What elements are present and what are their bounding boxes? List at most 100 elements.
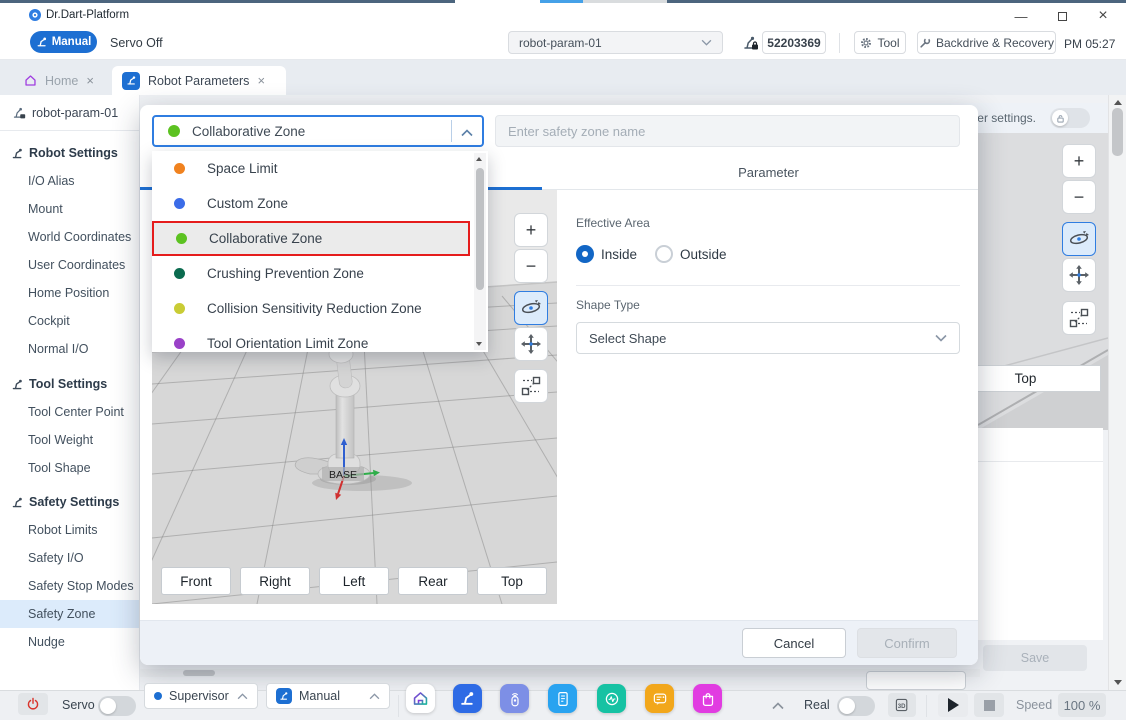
tab-home-close-icon[interactable]: × — [86, 73, 94, 88]
tab-robot-parameters[interactable]: Robot Parameters × — [112, 66, 286, 95]
maximize-button[interactable] — [1045, 5, 1079, 27]
viewport-measure-button[interactable] — [514, 369, 548, 403]
servo-toggle[interactable] — [98, 696, 136, 716]
radio-outside[interactable]: Outside — [655, 245, 727, 263]
dropdown-scrollbar[interactable] — [474, 153, 486, 350]
dock-teach-pendant-app[interactable] — [500, 684, 529, 713]
real-mode-label: Real — [804, 698, 830, 712]
dock-store-app[interactable] — [693, 684, 722, 713]
option-collision-sensitivity-reduction-zone[interactable]: Collision Sensitivity Reduction Zone — [152, 291, 470, 326]
scroll-up-arrow[interactable] — [1114, 100, 1122, 105]
power-button[interactable] — [18, 693, 48, 715]
bg-rotate-view-button[interactable] — [1062, 222, 1096, 256]
radio-inside-control[interactable] — [576, 245, 594, 263]
backdrive-recovery-button[interactable]: Backdrive & Recovery — [917, 31, 1056, 54]
sidebar-item-safety-zone[interactable]: Safety Zone — [0, 600, 139, 628]
safety-zone-name-input[interactable] — [495, 115, 960, 147]
sidebar-section-robot-settings[interactable]: Robot Settings — [0, 139, 139, 167]
bg-measure-button[interactable] — [1062, 301, 1096, 335]
dock-robot-parameters-app[interactable] — [453, 684, 482, 713]
sidebar-param-header[interactable]: robot-param-01 — [0, 95, 139, 131]
shape-type-select[interactable]: Select Shape — [576, 322, 960, 354]
base-frame-label: BASE — [329, 469, 357, 481]
sidebar-section-safety-settings[interactable]: Safety Settings — [0, 488, 139, 516]
dock-report-app[interactable] — [548, 684, 577, 713]
sidebar-item-user-coordinates[interactable]: User Coordinates — [0, 251, 139, 279]
sidebar-item-safety-stop-modes[interactable]: Safety Stop Modes — [0, 572, 139, 600]
sidebar-section-tool-settings[interactable]: Tool Settings — [0, 370, 139, 398]
robot-parameters-app-icon — [122, 71, 140, 90]
scroll-up-arrow[interactable] — [476, 157, 482, 161]
horizontal-scrollbar[interactable] — [140, 669, 980, 677]
sidebar-item-tool-center-point[interactable]: Tool Center Point — [0, 398, 139, 426]
tab-home[interactable]: Home × — [14, 66, 105, 95]
sidebar-item-nudge[interactable]: Nudge — [0, 628, 139, 656]
vertical-scrollbar[interactable] — [1108, 95, 1126, 690]
mode-select[interactable]: Manual — [266, 683, 390, 709]
dock-chat-app[interactable] — [645, 684, 674, 713]
dock-expand-chevron-icon[interactable] — [772, 702, 784, 710]
sidebar-item-tool-weight[interactable]: Tool Weight — [0, 426, 139, 454]
speed-value-display[interactable]: 100 % — [1058, 693, 1106, 717]
zone-color-dot — [168, 125, 180, 137]
app-logo-icon — [29, 9, 41, 21]
sidebar-item-robot-limits[interactable]: Robot Limits — [0, 516, 139, 544]
option-custom-zone[interactable]: Custom Zone — [152, 186, 470, 221]
viewport-rotate-button[interactable] — [514, 291, 548, 325]
sidebar-item-tool-shape[interactable]: Tool Shape — [0, 454, 139, 482]
stop-icon — [983, 699, 995, 711]
sidebar-item-home-position[interactable]: Home Position — [0, 279, 139, 307]
robot-param-select[interactable]: robot-param-01 — [508, 31, 723, 54]
close-button[interactable]: × — [1086, 5, 1120, 27]
minimize-button[interactable]: — — [1004, 5, 1038, 27]
option-space-limit[interactable]: Space Limit — [152, 151, 470, 186]
cancel-button[interactable]: Cancel — [742, 628, 846, 658]
tab-robot-parameters-close-icon[interactable]: × — [257, 73, 265, 88]
stop-button[interactable] — [974, 693, 1004, 717]
robot-serial-display: 52203369 — [762, 31, 826, 54]
tab-parameter[interactable]: Parameter — [559, 155, 978, 190]
dock-home-app[interactable] — [406, 684, 435, 713]
sidebar-item-mount[interactable]: Mount — [0, 195, 139, 223]
bg-pan-view-button[interactable] — [1062, 258, 1096, 292]
tool-button[interactable]: Tool — [854, 31, 906, 54]
radio-outside-control[interactable] — [655, 245, 674, 263]
sidebar-item-world-coordinates[interactable]: World Coordinates — [0, 223, 139, 251]
settings-lock-toggle[interactable] — [1050, 108, 1090, 128]
zone-type-dropdown-list: Space Limit Custom Zone Collaborative Zo… — [152, 151, 488, 352]
bg-zoom-in-button[interactable]: + — [1062, 144, 1096, 178]
viewport-zoom-in-button[interactable]: + — [514, 213, 548, 247]
view-left-button[interactable]: Left — [319, 567, 389, 595]
manual-mode-button[interactable]: Manual — [30, 31, 97, 53]
viewport-pan-button[interactable] — [514, 327, 548, 361]
play-button[interactable] — [938, 693, 968, 717]
sidebar-item-io-alias[interactable]: I/O Alias — [0, 167, 139, 195]
confirm-button[interactable]: Confirm — [857, 628, 957, 658]
radio-inside[interactable]: Inside — [576, 245, 637, 263]
servo-status-label: Servo Off — [110, 36, 163, 50]
scrollbar-thumb[interactable] — [476, 168, 484, 290]
scroll-down-arrow[interactable] — [1114, 680, 1122, 685]
sidebar-item-normal-io[interactable]: Normal I/O — [0, 335, 139, 363]
backdrive-button-label: Backdrive & Recovery — [935, 35, 1055, 50]
view-3d-button[interactable]: 3D — [888, 693, 916, 717]
view-front-button[interactable]: Front — [161, 567, 231, 595]
option-crushing-prevention-zone[interactable]: Crushing Prevention Zone — [152, 256, 470, 291]
sidebar-item-safety-io[interactable]: Safety I/O — [0, 544, 139, 572]
bg-zoom-out-button[interactable]: − — [1062, 180, 1096, 214]
scroll-down-arrow[interactable] — [476, 342, 482, 346]
view-top-button[interactable]: Top — [477, 567, 547, 595]
zone-type-select[interactable]: Collaborative Zone — [152, 115, 484, 147]
scrollbar-thumb[interactable] — [1112, 108, 1123, 156]
view-right-button[interactable]: Right — [240, 567, 310, 595]
option-tool-orientation-limit-zone[interactable]: Tool Orientation Limit Zone — [152, 326, 470, 352]
save-button[interactable]: Save — [983, 645, 1087, 671]
dock-monitoring-app[interactable] — [597, 684, 626, 713]
option-collaborative-zone[interactable]: Collaborative Zone — [152, 221, 470, 256]
sidebar-item-cockpit[interactable]: Cockpit — [0, 307, 139, 335]
scrollbar-thumb[interactable] — [183, 670, 215, 676]
real-toggle[interactable] — [837, 696, 875, 716]
view-rear-button[interactable]: Rear — [398, 567, 468, 595]
viewport-zoom-out-button[interactable]: − — [514, 249, 548, 283]
role-select[interactable]: Supervisor — [144, 683, 258, 709]
